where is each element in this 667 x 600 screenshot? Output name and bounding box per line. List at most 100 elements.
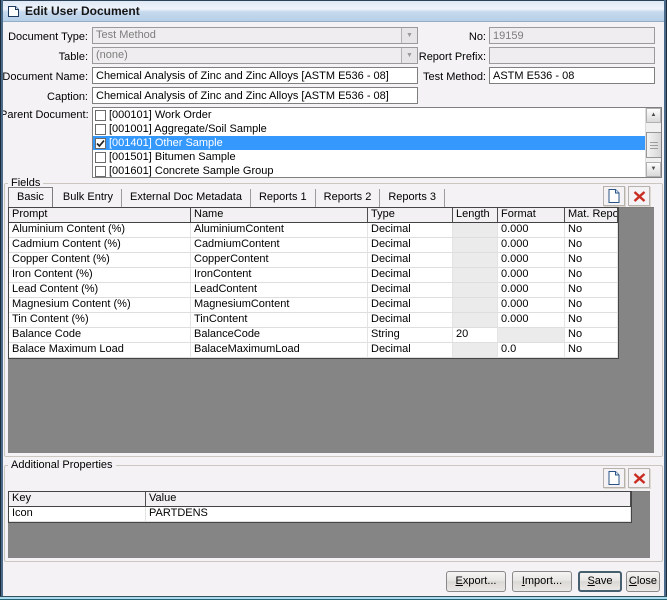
cell[interactable]: 0.000	[498, 253, 565, 268]
cell[interactable]: CadmiumContent	[191, 238, 368, 253]
cell[interactable]: No	[565, 253, 618, 268]
checkbox-checked[interactable]	[95, 138, 106, 149]
fields-grid[interactable]: Prompt Name Type Length Format Mat. Repo…	[8, 207, 619, 359]
cell[interactable]: 0.000	[498, 283, 565, 298]
cell[interactable]: Iron Content (%)	[9, 268, 191, 283]
table-row[interactable]: Magnesium Content (%) MagnesiumContent D…	[9, 298, 618, 313]
table-row[interactable]: Lead Content (%) LeadContent Decimal 0.0…	[9, 283, 618, 298]
title-bar[interactable]: Edit User Document	[0, 0, 667, 22]
column-header[interactable]: Mat. Report	[565, 208, 618, 223]
cell[interactable]: Tin Content (%)	[9, 313, 191, 328]
list-item[interactable]: [000101] Work Order	[93, 108, 645, 122]
cell[interactable]: String	[368, 328, 453, 343]
table-row[interactable]: Balace Maximum Load BalaceMaximumLoad De…	[9, 343, 618, 358]
document-type-select[interactable]: Test Method ▼	[92, 27, 418, 44]
document-name-input[interactable]	[92, 67, 418, 84]
cell[interactable]: Aluminium Content (%)	[9, 223, 191, 238]
table-row[interactable]: Cadmium Content (%) CadmiumContent Decim…	[9, 238, 618, 253]
column-header[interactable]: Format	[498, 208, 565, 223]
list-item[interactable]: [001501] Bitumen Sample	[93, 150, 645, 164]
column-header[interactable]: Value	[146, 492, 631, 507]
column-header[interactable]: Type	[368, 208, 453, 223]
cell[interactable]: Magnesium Content (%)	[9, 298, 191, 313]
tab-reports-3[interactable]: Reports 3	[380, 189, 445, 207]
import-button[interactable]: Import...	[512, 571, 572, 592]
cell[interactable]: Decimal	[368, 253, 453, 268]
column-header[interactable]: Length	[453, 208, 498, 223]
cell[interactable]: LeadContent	[191, 283, 368, 298]
column-header[interactable]: Name	[191, 208, 368, 223]
table-row[interactable]: Copper Content (%) CopperContent Decimal…	[9, 253, 618, 268]
add-field-button[interactable]	[603, 186, 625, 206]
cell[interactable]: IronContent	[191, 268, 368, 283]
cell[interactable]: Cadmium Content (%)	[9, 238, 191, 253]
delete-property-button[interactable]	[628, 468, 650, 488]
table-row[interactable]: Aluminium Content (%) AluminiumContent D…	[9, 223, 618, 238]
checkbox[interactable]	[95, 152, 106, 163]
cell[interactable]: Decimal	[368, 313, 453, 328]
table-row[interactable]: Tin Content (%) TinContent Decimal 0.000…	[9, 313, 618, 328]
cell[interactable]: Icon	[9, 507, 146, 522]
cell[interactable]: No	[565, 298, 618, 313]
checkbox[interactable]	[95, 166, 106, 177]
cell[interactable]: No	[565, 268, 618, 283]
cell[interactable]: Balance Code	[9, 328, 191, 343]
list-scrollbar[interactable]: ▲ ▼	[645, 108, 661, 177]
cell[interactable]: No	[565, 238, 618, 253]
cell[interactable]: Decimal	[368, 223, 453, 238]
cell[interactable]: 0.0	[498, 343, 565, 358]
list-item-selected[interactable]: [001401] Other Sample	[93, 136, 645, 150]
tab-reports-1[interactable]: Reports 1	[251, 189, 316, 207]
list-item[interactable]: [001601] Concrete Sample Group	[93, 164, 645, 177]
cell[interactable]: Decimal	[368, 238, 453, 253]
table-row[interactable]: Balance Code BalanceCode String 20 No	[9, 328, 618, 343]
cell[interactable]: AluminiumContent	[191, 223, 368, 238]
table-select[interactable]: (none) ▼	[92, 47, 418, 64]
column-header[interactable]: Prompt	[9, 208, 191, 223]
additional-properties-grid[interactable]: Key Value Icon PARTDENS	[8, 491, 632, 523]
cell[interactable]: No	[565, 328, 618, 343]
cell[interactable]: Decimal	[368, 268, 453, 283]
cell[interactable]: PARTDENS	[146, 507, 631, 522]
list-item[interactable]: [001001] Aggregate/Soil Sample	[93, 122, 645, 136]
table-row[interactable]: Icon PARTDENS	[9, 507, 631, 522]
cell[interactable]: 20	[453, 328, 498, 343]
cell[interactable]: No	[565, 313, 618, 328]
tab-bulk-entry[interactable]: Bulk Entry	[55, 189, 122, 207]
delete-field-button[interactable]	[628, 186, 650, 206]
cell[interactable]: BalaceMaximumLoad	[191, 343, 368, 358]
tab-reports-2[interactable]: Reports 2	[316, 189, 381, 207]
cell[interactable]: 0.000	[498, 268, 565, 283]
save-button[interactable]: Save	[578, 571, 622, 592]
export-button[interactable]: Export...	[446, 571, 506, 592]
cell[interactable]: Decimal	[368, 283, 453, 298]
cell[interactable]: Lead Content (%)	[9, 283, 191, 298]
add-property-button[interactable]	[603, 468, 625, 488]
checkbox[interactable]	[95, 124, 106, 135]
test-method-input[interactable]	[489, 67, 655, 84]
cell[interactable]: 0.000	[498, 223, 565, 238]
table-row[interactable]: Iron Content (%) IronContent Decimal 0.0…	[9, 268, 618, 283]
cell[interactable]: No	[565, 283, 618, 298]
cell[interactable]: MagnesiumContent	[191, 298, 368, 313]
cell[interactable]: Copper Content (%)	[9, 253, 191, 268]
tab-external-doc-metadata[interactable]: External Doc Metadata	[122, 189, 251, 207]
scrollbar-thumb[interactable]	[646, 132, 662, 158]
cell[interactable]: No	[565, 343, 618, 358]
tab-basic[interactable]: Basic	[8, 187, 53, 207]
cell[interactable]: No	[565, 223, 618, 238]
cell[interactable]: CopperContent	[191, 253, 368, 268]
caption-input[interactable]	[92, 87, 418, 104]
cell[interactable]: 0.000	[498, 313, 565, 328]
column-header[interactable]: Key	[9, 492, 146, 507]
cell[interactable]: BalanceCode	[191, 328, 368, 343]
cell[interactable]: 0.000	[498, 238, 565, 253]
cell[interactable]: Balace Maximum Load	[9, 343, 191, 358]
cell[interactable]: Decimal	[368, 298, 453, 313]
parent-document-list[interactable]: [000101] Work Order [001001] Aggregate/S…	[92, 107, 662, 178]
cell[interactable]: 0.000	[498, 298, 565, 313]
cell[interactable]: TinContent	[191, 313, 368, 328]
cell[interactable]: Decimal	[368, 343, 453, 358]
scroll-down-icon[interactable]: ▼	[646, 162, 661, 177]
checkbox[interactable]	[95, 110, 106, 121]
